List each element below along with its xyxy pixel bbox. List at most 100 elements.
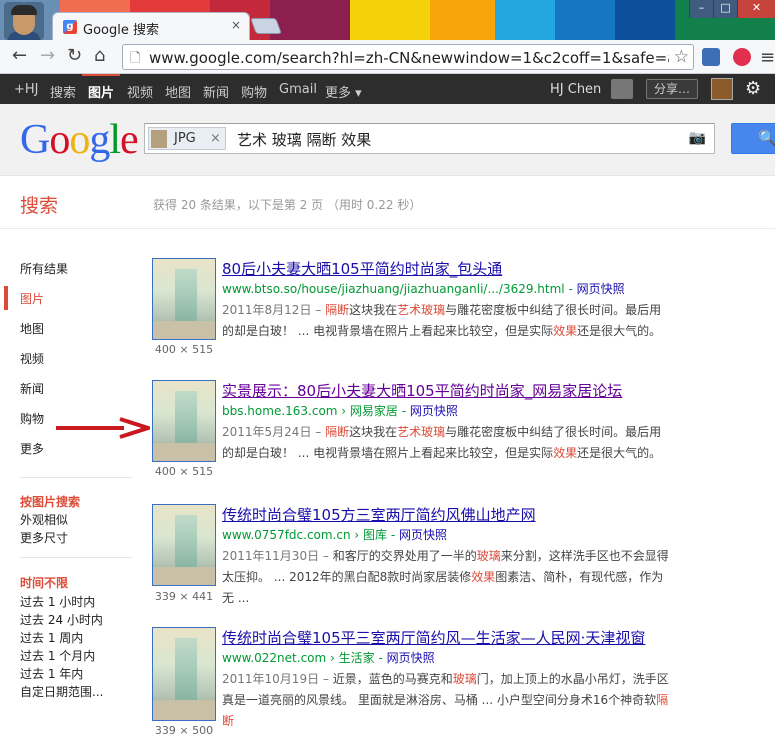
time-filter-month[interactable]: 过去 1 个月内	[20, 647, 95, 664]
google-bar: +HJ 搜索 图片 视频 地图 新闻 购物 Gmail 更多 ▾ HJ Chen…	[0, 74, 775, 104]
snippet-text: 近景，蓝色的马赛克和	[328, 672, 453, 686]
result-thumbnail[interactable]	[152, 258, 216, 340]
close-window-button[interactable]: ✕	[737, 0, 775, 18]
profile-photo[interactable]	[711, 78, 733, 100]
url-separator: -	[387, 528, 399, 542]
bookmark-star-icon[interactable]: ☆	[674, 47, 689, 67]
back-icon[interactable]: ←	[12, 47, 27, 65]
snippet-highlight: 艺术玻璃	[397, 425, 446, 439]
url-text: bbs.home.163.com › 网易家居	[222, 404, 398, 418]
maximize-button[interactable]: □	[713, 0, 737, 18]
annotation-arrow-icon	[56, 417, 150, 439]
camera-icon[interactable]: 📷	[689, 130, 706, 146]
snippet-highlight: 效果	[553, 324, 578, 338]
snippet-text: 和客厅的交界处用了一半的	[328, 549, 477, 563]
leftnav-item-news[interactable]: 新闻	[20, 380, 44, 397]
address-bar[interactable]: 🗋 www.google.com/search?hl=zh-CN&newwind…	[122, 44, 694, 70]
address-url[interactable]: www.google.com/search?hl=zh-CN&newwindow…	[149, 49, 669, 67]
leftnav-item-more[interactable]: 更多	[20, 440, 44, 457]
page-icon: 🗋	[130, 51, 141, 66]
result-url: www.022net.com › 生活家 - 网页快照	[222, 649, 435, 666]
result-thumbnail[interactable]	[152, 627, 216, 721]
time-filter-week[interactable]: 过去 1 周内	[20, 629, 83, 646]
tab-close-icon[interactable]: ×	[231, 18, 241, 32]
result-stats: 获得 20 条结果，以下是第 2 页 （用时 0.22 秒）	[153, 198, 422, 212]
search-result: 339 × 500 传统时尚合璧105平三室两厅简约风—生活家—人民网·天津视窗…	[152, 627, 682, 744]
browser-toolbar: ← → ↻ ⌂ 🗋 www.google.com/search?hl=zh-CN…	[0, 40, 775, 74]
snippet-highlight: 艺术玻璃	[397, 303, 446, 317]
new-tab-button[interactable]	[250, 18, 282, 34]
gbar-item-maps[interactable]: 地图	[165, 82, 191, 101]
result-date: 2011年10月19日 –	[222, 672, 329, 686]
result-thumbnail[interactable]	[152, 504, 216, 586]
window-controls: – □ ✕	[689, 0, 775, 18]
gear-icon[interactable]: ⚙	[745, 78, 761, 99]
snippet-highlight: 效果	[553, 446, 578, 460]
gbar-item-images[interactable]: 图片	[88, 82, 114, 101]
cached-link[interactable]: 网页快照	[577, 282, 625, 296]
time-filter-custom[interactable]: 自定日期范围...	[20, 683, 103, 700]
share-button[interactable]: 分享…	[646, 79, 698, 99]
logo-letter: G	[20, 117, 50, 163]
result-title-link[interactable]: 80后小夫妻大晒105平简约时尚家_包头通	[222, 258, 502, 279]
filter-more-sizes[interactable]: 更多尺寸	[20, 529, 68, 546]
filter-visually-similar[interactable]: 外观相似	[20, 511, 68, 528]
cached-link[interactable]: 网页快照	[387, 651, 435, 665]
left-nav-active-marker	[4, 286, 8, 310]
leftnav-item-shopping[interactable]: 购物	[20, 410, 44, 427]
leftnav-item-all[interactable]: 所有结果	[20, 260, 68, 277]
snippet-highlight: 玻璃	[476, 549, 501, 563]
google-logo[interactable]: Google	[20, 117, 139, 163]
gbar-item-shopping[interactable]: 购物	[241, 82, 267, 101]
search-header: Google JPG × 艺术 玻璃 隔断 效果 📷 🔍	[0, 104, 775, 176]
result-url: www.btso.so/house/jiazhuang/jiazhuanganl…	[222, 280, 625, 297]
cached-link[interactable]: 网页快照	[399, 528, 447, 542]
leftnav-item-video[interactable]: 视频	[20, 350, 44, 367]
gbar-item-plus[interactable]: +HJ	[14, 82, 39, 97]
minimize-button[interactable]: –	[689, 0, 713, 18]
result-snippet: 2011年11月30日 – 和客厅的交界处用了一半的玻璃来分割，这样洗手区也不会…	[222, 546, 672, 609]
gbar-item-gmail[interactable]: Gmail	[279, 82, 317, 97]
leftnav-item-images[interactable]: 图片	[20, 290, 44, 307]
result-title-link[interactable]: 实景展示：80后小夫妻大晒105平简约时尚家_网易家居论坛	[222, 380, 622, 401]
menu-icon[interactable]: ≡	[760, 49, 775, 67]
chip-remove-icon[interactable]: ×	[210, 131, 221, 146]
leftnav-item-maps[interactable]: 地图	[20, 320, 44, 337]
time-filter-year[interactable]: 过去 1 年内	[20, 665, 83, 682]
logo-letter: g	[89, 117, 110, 163]
image-dimensions: 400 × 515	[154, 343, 214, 356]
search-button[interactable]: 🔍	[731, 123, 775, 154]
result-thumbnail[interactable]	[152, 380, 216, 462]
result-title-link[interactable]: 传统时尚合璧105方三室两厅简约风佛山地产网	[222, 504, 536, 525]
divider	[20, 557, 132, 558]
gbar-item-video[interactable]: 视频	[127, 82, 153, 101]
gbar-item-search[interactable]: 搜索	[50, 82, 76, 101]
forward-icon[interactable]: →	[40, 47, 55, 65]
logo-letter: e	[120, 117, 139, 163]
google-favicon-icon: g	[63, 20, 77, 34]
gbar-item-news[interactable]: 新闻	[203, 82, 229, 101]
image-search-heading[interactable]: 按图片搜索	[20, 493, 80, 510]
snippet-text: 这块我在	[349, 303, 398, 317]
snippet-highlight: 隔断	[325, 303, 350, 317]
image-query-chip[interactable]: JPG ×	[148, 127, 226, 150]
snippet-text: 还是很大气的。	[577, 324, 662, 338]
cached-link[interactable]: 网页快照	[410, 404, 458, 418]
user-name[interactable]: HJ Chen	[550, 82, 601, 97]
extension-icon[interactable]	[702, 48, 720, 66]
tab-title: Google 搜索	[83, 23, 159, 38]
notification-box[interactable]	[611, 79, 633, 99]
profile-avatar[interactable]	[4, 2, 44, 40]
time-filter-heading[interactable]: 时间不限	[20, 574, 68, 591]
search-query-text[interactable]: 艺术 玻璃 隔断 效果	[237, 129, 371, 150]
home-icon[interactable]: ⌂	[94, 47, 105, 65]
time-filter-hour[interactable]: 过去 1 小时内	[20, 593, 95, 610]
gbar-item-more[interactable]: 更多 ▾	[325, 82, 362, 101]
search-input[interactable]: JPG × 艺术 玻璃 隔断 效果 📷	[144, 123, 715, 154]
extension-icon[interactable]	[733, 48, 751, 66]
reload-icon[interactable]: ↻	[67, 47, 82, 65]
result-title-link[interactable]: 传统时尚合璧105平三室两厅简约风—生活家—人民网·天津视窗	[222, 627, 645, 648]
url-text: www.022net.com › 生活家	[222, 651, 375, 665]
browser-tab[interactable]: g Google 搜索 ×	[52, 12, 250, 40]
time-filter-day[interactable]: 过去 24 小时内	[20, 611, 103, 628]
